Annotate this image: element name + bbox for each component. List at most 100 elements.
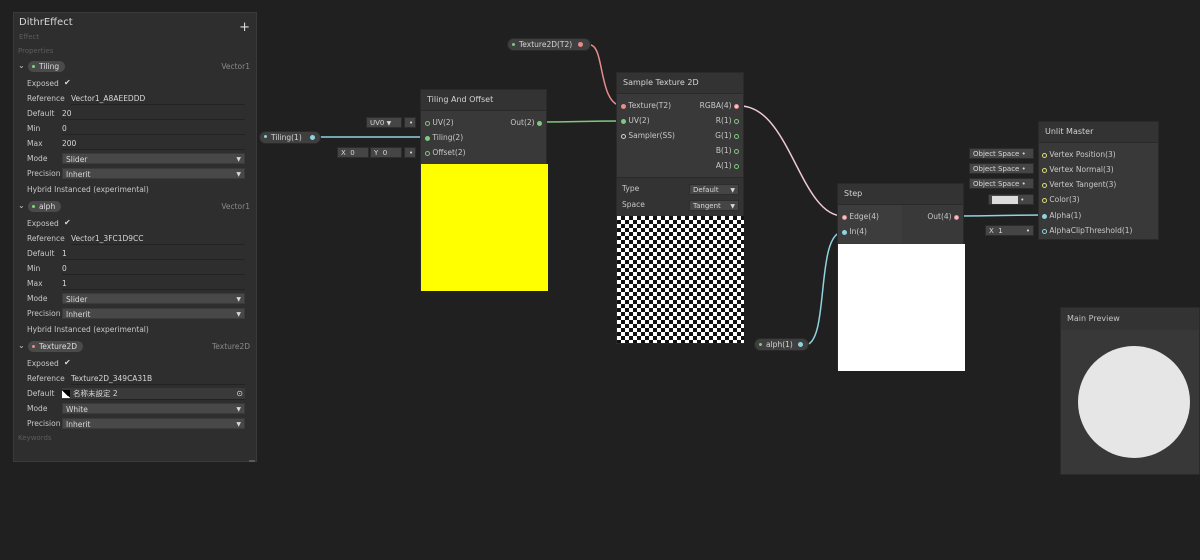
- input-in[interactable]: In(4): [842, 227, 867, 237]
- output-r[interactable]: R(1): [716, 116, 739, 126]
- output-port[interactable]: [734, 163, 739, 169]
- output-rgba[interactable]: RGBA(4): [700, 101, 739, 111]
- output-port[interactable]: [734, 103, 739, 109]
- property-header-alph[interactable]: ⌄ alph Vector1: [18, 201, 250, 213]
- input-vertex-tangent[interactable]: Vertex Tangent(3): [1042, 180, 1116, 190]
- input-port[interactable]: [1042, 213, 1047, 219]
- min-field[interactable]: 0: [62, 263, 245, 275]
- property-pill-texture2d[interactable]: Texture2D: [28, 341, 84, 352]
- input-vertex-position[interactable]: Vertex Position(3): [1042, 150, 1116, 160]
- input-alpha[interactable]: Alpha(1): [1042, 211, 1081, 221]
- precision-dropdown[interactable]: Inherit ▼: [62, 168, 245, 179]
- space-field-vertex-normal[interactable]: Object Space •: [969, 163, 1034, 174]
- type-dropdown[interactable]: Default ▼: [689, 184, 739, 195]
- output-port[interactable]: [578, 42, 583, 47]
- min-field[interactable]: 0: [62, 123, 245, 135]
- scrollbar[interactable]: [249, 460, 255, 462]
- default-field[interactable]: 20: [62, 108, 245, 120]
- exposed-checkbox[interactable]: ✔: [64, 218, 71, 227]
- tiling-property-node[interactable]: Tiling(1): [259, 131, 321, 144]
- add-property-button[interactable]: +: [239, 21, 250, 34]
- uv-connector[interactable]: •: [404, 117, 416, 128]
- property-header-texture2d[interactable]: ⌄ Texture2D Texture2D: [18, 341, 250, 353]
- input-port[interactable]: [842, 214, 847, 220]
- main-preview-panel[interactable]: Main Preview: [1060, 307, 1200, 475]
- output-port[interactable]: [310, 135, 315, 140]
- output-port[interactable]: [734, 133, 739, 139]
- input-port[interactable]: [1042, 167, 1047, 173]
- offset-connector[interactable]: •: [404, 147, 416, 158]
- property-header-tiling[interactable]: ⌄ Tiling Vector1: [18, 61, 250, 73]
- input-alpha-clip-threshold[interactable]: AlphaClipThreshold(1): [1042, 226, 1132, 236]
- input-color[interactable]: Color(3): [1042, 195, 1080, 205]
- chevron-down-icon[interactable]: ⌄: [18, 61, 25, 70]
- output-port[interactable]: [954, 214, 959, 220]
- output-out[interactable]: Out(4): [927, 212, 959, 222]
- input-tiling[interactable]: Tiling(2): [425, 133, 463, 143]
- input-texture[interactable]: Texture(T2): [621, 101, 671, 111]
- input-sampler[interactable]: Sampler(SS): [621, 131, 675, 141]
- space-field-vertex-tangent[interactable]: Object Space •: [969, 178, 1034, 189]
- input-edge[interactable]: Edge(4): [842, 212, 879, 222]
- property-pill-tiling[interactable]: Tiling: [28, 61, 66, 72]
- input-port[interactable]: [621, 118, 626, 124]
- input-port[interactable]: [1042, 228, 1047, 234]
- input-uv[interactable]: UV(2): [425, 118, 454, 128]
- output-port[interactable]: [734, 118, 739, 124]
- input-vertex-normal[interactable]: Vertex Normal(3): [1042, 165, 1114, 175]
- input-port[interactable]: [425, 135, 430, 141]
- space-dropdown[interactable]: Tangent ▼: [689, 200, 739, 211]
- tiling-and-offset-node[interactable]: Tiling And Offset UV(2) Tiling(2) Offset…: [420, 89, 548, 291]
- chevron-down-icon[interactable]: ⌄: [18, 201, 25, 210]
- hybrid-instanced-toggle[interactable]: Hybrid Instanced (experimental): [27, 185, 149, 194]
- unlit-master-node[interactable]: Unlit Master Vertex Position(3) Vertex N…: [1038, 121, 1159, 240]
- input-uv[interactable]: UV(2): [621, 116, 650, 126]
- input-port[interactable]: [621, 133, 626, 139]
- output-g[interactable]: G(1): [715, 131, 739, 141]
- default-texture-field[interactable]: 名称未設定 2 ⊙: [62, 388, 245, 400]
- reference-field[interactable]: Texture2D_349CA31B: [71, 373, 245, 385]
- mode-dropdown[interactable]: White ▼: [62, 403, 245, 414]
- max-field[interactable]: 1: [62, 278, 245, 290]
- space-field-vertex-position[interactable]: Object Space •: [969, 148, 1034, 159]
- property-pill-alph[interactable]: alph: [28, 201, 62, 212]
- input-port[interactable]: [425, 120, 430, 126]
- precision-dropdown[interactable]: Inherit ▼: [62, 308, 245, 319]
- exposed-checkbox[interactable]: ✔: [64, 358, 71, 367]
- input-port[interactable]: [842, 229, 847, 235]
- texture-property-node[interactable]: Texture2D(T2): [507, 38, 591, 51]
- input-port[interactable]: [1042, 197, 1047, 203]
- default-field[interactable]: 1: [62, 248, 245, 260]
- color-field[interactable]: •: [988, 194, 1034, 205]
- output-port[interactable]: [537, 120, 542, 126]
- step-node[interactable]: Step Edge(4) In(4) Out(4): [837, 183, 965, 371]
- output-out[interactable]: Out(2): [510, 118, 542, 128]
- preview-sphere[interactable]: [1078, 346, 1190, 458]
- output-a[interactable]: A(1): [716, 161, 739, 171]
- hybrid-instanced-toggle[interactable]: Hybrid Instanced (experimental): [27, 325, 149, 334]
- alpha-clip-threshold-field[interactable]: X 1 •: [985, 225, 1034, 236]
- sample-texture-2d-node[interactable]: Sample Texture 2D Texture(T2) UV(2) Samp…: [616, 72, 744, 344]
- mode-dropdown[interactable]: Slider ▼: [62, 153, 245, 164]
- alph-property-node[interactable]: alph(1): [754, 338, 809, 351]
- chevron-down-icon[interactable]: ⌄: [18, 341, 25, 350]
- output-port[interactable]: [798, 342, 803, 347]
- reference-field[interactable]: Vector1_3FC1D9CC: [71, 233, 245, 245]
- output-port[interactable]: [734, 148, 739, 154]
- mode-dropdown[interactable]: Slider ▼: [62, 293, 245, 304]
- output-b[interactable]: B(1): [716, 146, 739, 156]
- uv-channel-dropdown[interactable]: UV0 ▼: [366, 117, 402, 128]
- input-port[interactable]: [621, 103, 626, 109]
- exposed-checkbox[interactable]: ✔: [64, 78, 71, 87]
- precision-dropdown[interactable]: Inherit ▼: [62, 418, 245, 429]
- input-port[interactable]: [425, 150, 430, 156]
- max-field[interactable]: 200: [62, 138, 245, 150]
- object-picker-icon[interactable]: ⊙: [236, 388, 243, 399]
- offset-y-field[interactable]: Y 0: [370, 147, 402, 158]
- reference-field[interactable]: Vector1_A8AEEDDD: [71, 93, 245, 105]
- input-port[interactable]: [1042, 152, 1047, 158]
- input-port[interactable]: [1042, 182, 1047, 188]
- offset-x-field[interactable]: X 0: [337, 147, 369, 158]
- color-swatch[interactable]: [992, 196, 1018, 204]
- input-offset[interactable]: Offset(2): [425, 148, 466, 158]
